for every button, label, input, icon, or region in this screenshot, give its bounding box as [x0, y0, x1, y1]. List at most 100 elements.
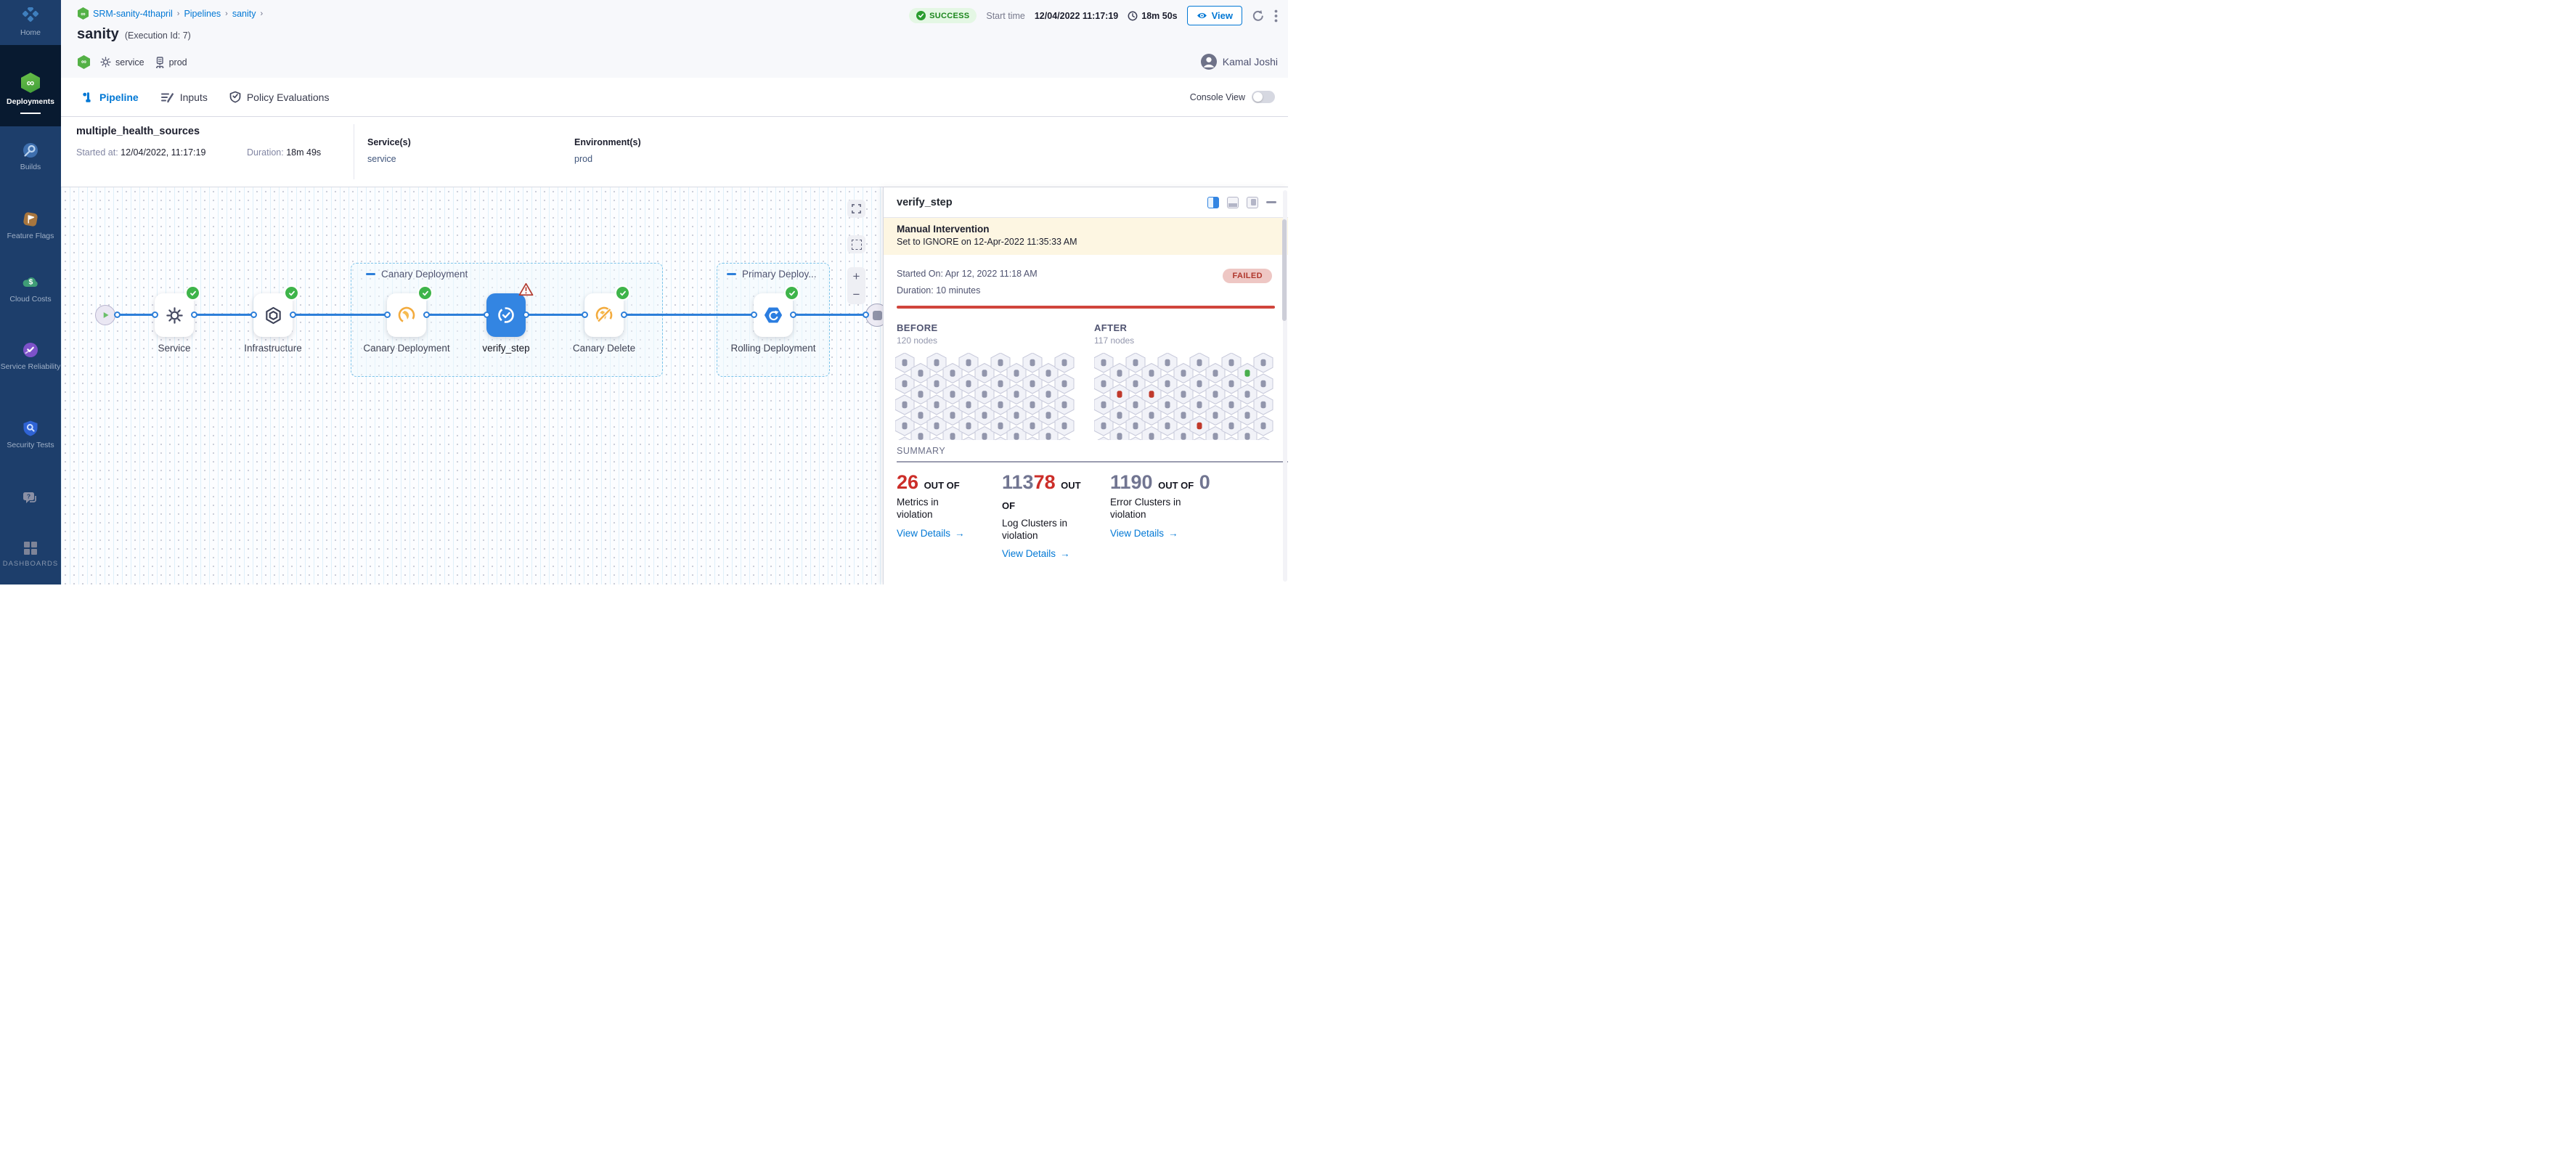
console-view-toggle[interactable] [1252, 91, 1275, 103]
layout-float-icon[interactable] [1247, 197, 1258, 208]
canary-deployment-icon [396, 305, 417, 325]
minimize-panel-icon[interactable] [1266, 201, 1276, 203]
connector [526, 314, 584, 316]
more-options-button[interactable] [1274, 9, 1278, 23]
sidebar-item-feature-flags[interactable]: Feature Flags [0, 211, 61, 241]
success-badge [285, 287, 298, 299]
feature-flags-icon [22, 211, 39, 228]
panel-scrollbar-track[interactable] [1283, 190, 1287, 582]
kebab-menu-icon [1274, 9, 1278, 23]
tab-pipeline[interactable]: Pipeline [82, 91, 139, 103]
duration-chip: 18m 50s [1128, 11, 1177, 21]
sidebar-item-service-reliability[interactable]: Service Reliability [0, 341, 61, 372]
success-badge [419, 287, 431, 299]
panel-scrollbar-thumb[interactable] [1282, 219, 1287, 321]
connector [624, 314, 754, 316]
environment-icon [155, 57, 165, 68]
execution-id: (Execution Id: 7) [125, 30, 191, 41]
pipeline-tab-icon [82, 91, 94, 103]
sidebar-item-deployments[interactable]: ∞ Deployments [0, 45, 61, 126]
arrow-right-icon: → [955, 528, 965, 539]
port [523, 311, 529, 318]
port [423, 311, 430, 318]
view-button[interactable]: View [1187, 6, 1242, 25]
tab-label: Inputs [180, 91, 208, 103]
gear-icon [100, 57, 111, 68]
connector [194, 314, 253, 316]
marquee-icon [852, 240, 862, 250]
node-service[interactable] [155, 293, 194, 337]
run-name: multiple_health_sources [76, 126, 200, 137]
policy-shield-icon [229, 91, 241, 103]
tag-row: ∞ service [78, 55, 187, 69]
duration-value: 18m 49s [286, 147, 321, 158]
port [152, 311, 158, 318]
page-header: ∞ SRM-sanity-4thapril › Pipelines › sani… [61, 0, 1288, 78]
node-canary-delete[interactable] [584, 293, 624, 337]
zoom-in-button[interactable]: + [847, 268, 865, 286]
breadcrumb-pipelines[interactable]: Pipelines [184, 9, 221, 19]
sidebar-item-builds[interactable]: Builds [0, 142, 61, 172]
service-gear-icon [165, 306, 184, 325]
stat-value: 1190 [1110, 471, 1153, 493]
stat-numbers: 11378 OUT OF [1002, 472, 1096, 513]
active-underline [20, 113, 41, 114]
node-label: Infrastructure [229, 342, 317, 355]
collapse-dash-icon [366, 273, 375, 275]
out-of-label: OUT OF [924, 480, 960, 491]
port [114, 311, 121, 318]
user-menu[interactable]: Kamal Joshi [1201, 54, 1278, 70]
stage-group-canary-label[interactable]: Canary Deployment [366, 269, 526, 280]
connector [293, 314, 387, 316]
sidebar-item-security-tests[interactable]: Security Tests [0, 420, 61, 450]
sidebar-item-dashboards[interactable]: DASHBOARDS [0, 540, 61, 568]
after-label: AFTER [1094, 322, 1127, 333]
success-badge [786, 287, 798, 299]
breadcrumb-pipeline[interactable]: sanity [232, 9, 256, 19]
panel-layout-controls [1207, 197, 1276, 208]
warning-badge [518, 282, 534, 300]
security-tests-icon [22, 420, 39, 437]
sidebar-item-help-chat[interactable]: ? [0, 489, 61, 507]
execution-status-bar: SUCCESS Start time 12/04/2022 11:17:19 1… [909, 6, 1278, 25]
node-verify-step[interactable] [486, 293, 526, 337]
inputs-icon [160, 91, 174, 104]
started-label: Started at: [76, 147, 118, 158]
canvas-select-button[interactable] [847, 235, 865, 253]
sidebar-item-label: Deployments [7, 97, 54, 106]
zoom-out-button[interactable]: − [847, 286, 865, 304]
tab-policy-evaluations[interactable]: Policy Evaluations [229, 91, 330, 103]
node-infrastructure[interactable] [253, 293, 293, 337]
stage-group-primary-label[interactable]: Primary Deploy... [727, 269, 824, 280]
environments-header: Environment(s) [574, 137, 641, 147]
breadcrumb-project[interactable]: SRM-sanity-4thapril [93, 9, 173, 19]
sidebar-item-cloud-costs[interactable]: $ Cloud Costs [0, 274, 61, 304]
services-value[interactable]: service [367, 154, 396, 164]
arrow-right-icon: → [1060, 548, 1070, 559]
layout-bottom-icon[interactable] [1227, 197, 1239, 208]
node-canary-deployment[interactable] [387, 293, 426, 337]
environments-value[interactable]: prod [574, 154, 592, 164]
sidebar-item-label: Service Reliability [1, 362, 61, 372]
after-nodes-count: 117 nodes [1094, 335, 1134, 346]
group-label-text: Primary Deploy... [742, 269, 817, 280]
step-duration: Duration: 10 minutes [897, 285, 980, 296]
tab-inputs[interactable]: Inputs [160, 91, 208, 104]
metrics-view-details-link[interactable]: View Details → [897, 528, 971, 539]
user-name: Kamal Joshi [1223, 56, 1278, 68]
sidebar-item-label: Builds [20, 163, 41, 172]
services-header: Service(s) [367, 137, 411, 147]
canvas-expand-button[interactable] [847, 200, 865, 218]
node-rolling-deployment[interactable] [754, 293, 793, 337]
success-badge [187, 287, 199, 299]
error-clusters-view-details-link[interactable]: View Details → [1110, 528, 1219, 539]
refresh-button[interactable] [1252, 9, 1265, 23]
sidebar-item-home[interactable]: Home [0, 7, 61, 38]
layout-right-icon[interactable] [1207, 197, 1219, 208]
log-clusters-view-details-link[interactable]: View Details → [1002, 548, 1096, 559]
canvas-zoom-controls: + − [847, 267, 865, 304]
connector [117, 314, 155, 316]
arrow-right-icon: → [1168, 528, 1178, 539]
infrastructure-icon [264, 306, 283, 325]
pipeline-start-node [95, 305, 115, 325]
